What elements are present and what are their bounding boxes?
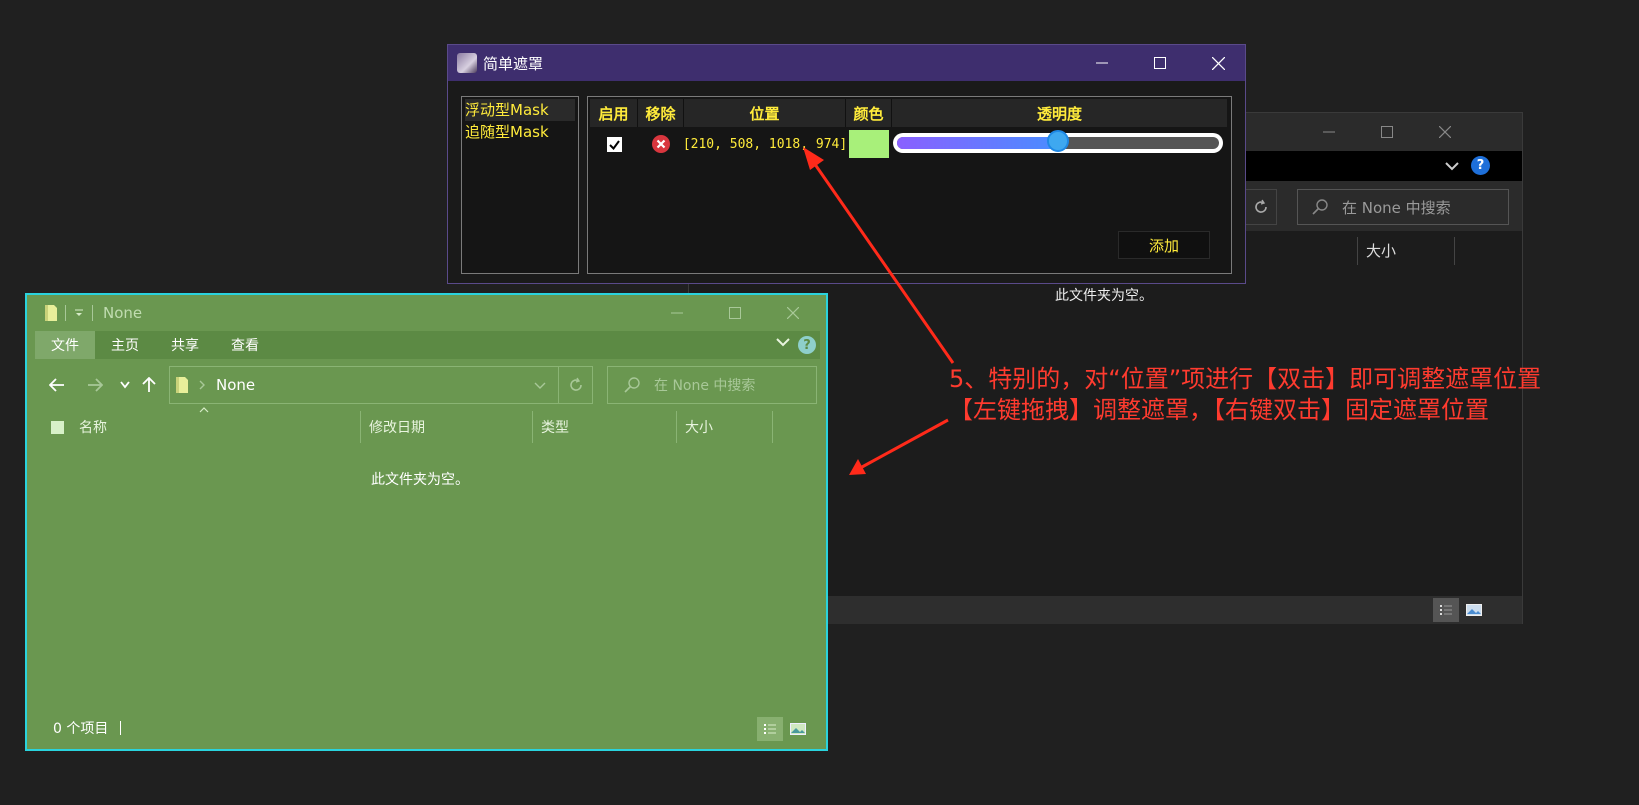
arrow-to-masked-window xyxy=(849,418,949,475)
arrow-to-position-cell xyxy=(803,147,955,364)
annotation-text: 5、特别的，对“位置”项进行【双击】即可调整遮罩位置 【左键拖拽】调整遮罩，【右… xyxy=(949,364,1541,426)
annotation-line-2: 【左键拖拽】调整遮罩，【右键双击】固定遮罩位置 xyxy=(949,396,1489,424)
annotation-line-1: 5、特别的，对“位置”项进行【双击】即可调整遮罩位置 xyxy=(949,365,1542,393)
